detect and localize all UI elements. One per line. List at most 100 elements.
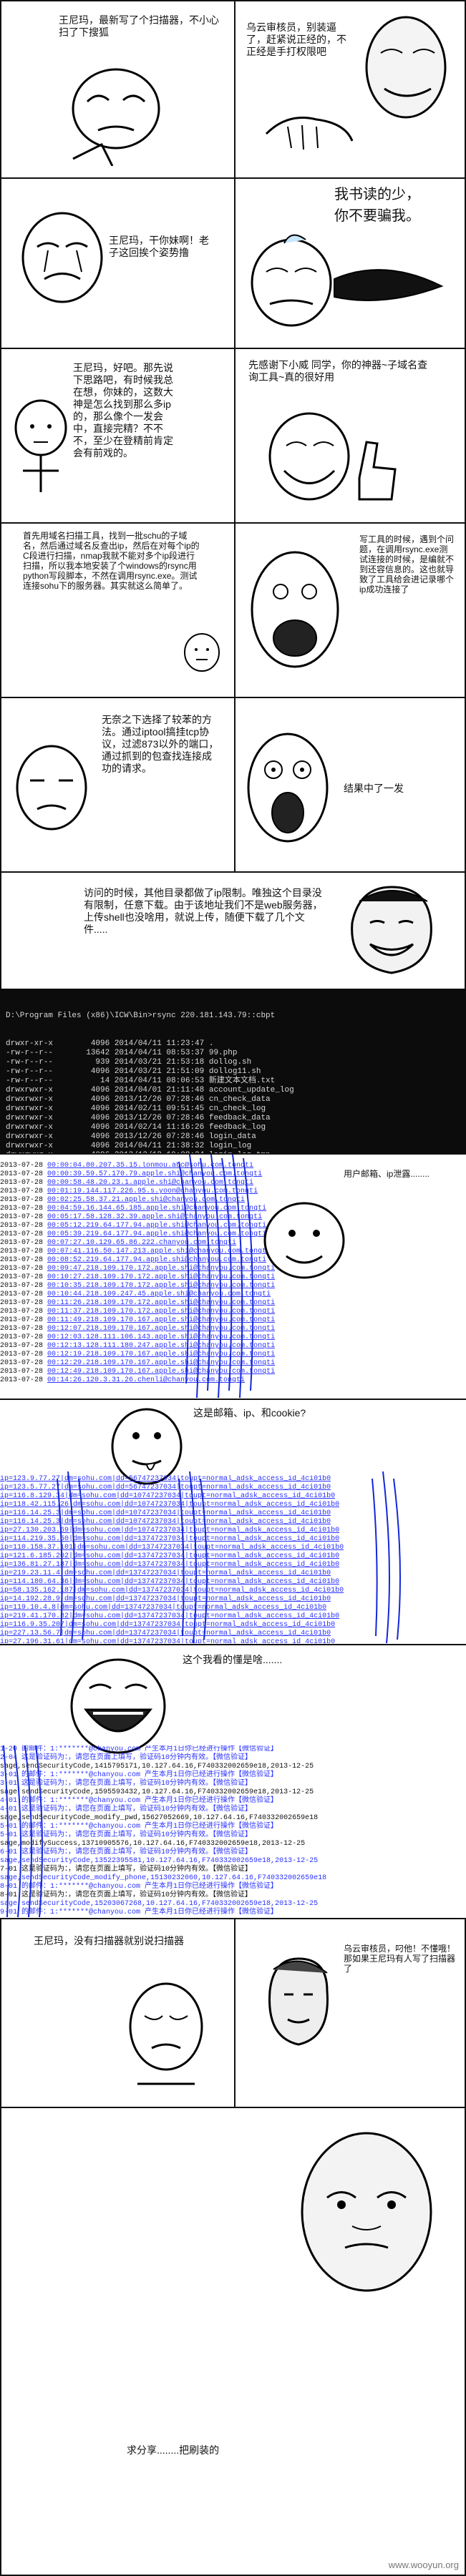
log-link[interactable]: 00:07:41.116.50.147.213.apple.shi@chanyo… <box>47 1248 271 1255</box>
sms-log-row: sage,sendSecurityCode,13522395581,10.127… <box>0 1857 319 1865</box>
cookie-log-row[interactable]: ip=219.41.170.82|dm=sohu.com|dd=13747237… <box>0 1612 466 1621</box>
log-row: 2013-07-28 00:01:19.144.117.226.95.s.yoo… <box>0 1187 466 1196</box>
cookie-log-row[interactable]: ip=114.219.35.50|dm=sohu.com|dd=13747237… <box>0 1535 466 1544</box>
log-row: 2013-07-28 00:12:19.218.109.170.167.appl… <box>0 1351 466 1359</box>
cookie-log-row[interactable]: ip=27.130.203.69|dm=sohu.com|dd=10747237… <box>0 1527 466 1535</box>
cookie-log-row[interactable]: ip=110.158.37.101|dm=sohu.com|dd=1374723… <box>0 1544 466 1552</box>
log-link[interactable]: 00:12:49.218.109.170.167.apple.shi@chany… <box>47 1368 275 1376</box>
cookie-log-row[interactable]: ip=227.13.56.7|dm=sohu.com|dd=1374723703… <box>0 1630 466 1638</box>
log-link[interactable]: 00:05:12.219.64.177.94.apple.shi@chanyou… <box>47 1222 266 1230</box>
sms-log-row: 8-01 的邮件：1:*******@chanyou.com 产生本月1日你已经… <box>0 1883 278 1891</box>
log-link[interactable]: 00:11:37.218.109.170.172.apple.shi@chany… <box>47 1308 275 1316</box>
log-date: 2013-07-28 <box>0 1308 48 1316</box>
log-row: 2013-07-28 00:00:58.48.20.23.1.apple.shi… <box>0 1179 466 1187</box>
panel-4-divider <box>234 524 236 697</box>
log-link[interactable]: 00:14:26.120.3.31.26.chenli@chanyou.com.… <box>47 1376 245 1384</box>
cookie-log-row[interactable]: ip=136.81.27.187|dm=sohu.com|dd=13747237… <box>0 1561 466 1569</box>
sms-log-row: 6-01 这是验证码为：，请您在页面上填写，验证码10分钟内有效。【微信验证】 <box>0 1848 253 1856</box>
log-link[interactable]: 00:12:07.218.109.170.167.apple.shi@chany… <box>47 1325 275 1333</box>
log-link[interactable]: 00:04:59.16.144.65.185.apple.shi@chanyou… <box>47 1205 266 1213</box>
terminal-line: -rw-r--r-- 939 2014/03/21 21:53:18 dollo… <box>6 1058 252 1067</box>
cookie-log-row[interactable]: ip=123.5.77.27|dm=sohu.com|dd=5674723703… <box>0 1484 466 1492</box>
sms-log-row: 5-01 这是验证码为：，请您在页面上填写，验证码10分钟内有效。【微信验证】 <box>0 1831 253 1839</box>
cookie-log-row[interactable]: ip=114.180.64.36|dm=sohu.com|dd=13747237… <box>0 1578 466 1587</box>
cookie-log-row[interactable]: ip=116.14.25.3|dm=sohu.com|dd=1074723703… <box>0 1518 466 1527</box>
cookie-log-row[interactable]: ip=121.6.185.202|dm=sohu.com|dd=13747237… <box>0 1552 466 1561</box>
rage-face-leonardo <box>268 1957 329 2046</box>
terminal-line: drwxrwxr-x 4096 2014/04/11 21:38:32 logi… <box>6 1142 252 1150</box>
cookie-log-row[interactable]: ip=116.14.25.3|dm=sohu.com|dd=1074723703… <box>0 1509 466 1518</box>
log-date: 2013-07-28 <box>0 1256 48 1264</box>
log-date: 2013-07-28 <box>0 1376 48 1384</box>
cookie-log-row[interactable]: ip=58.135.162.187|dm=sohu.com|dd=1374723… <box>0 1587 466 1595</box>
rage-face-reading <box>251 234 444 327</box>
cookie-log-row[interactable]: ip=116.9.35.207|dm=sohu.com|dd=137472370… <box>0 1621 466 1630</box>
log-link[interactable]: 00:05:17.58.128.32.39.apple.shi@chanyou.… <box>47 1213 262 1221</box>
log-row: 2013-07-28 00:11:37.218.109.170.172.appl… <box>0 1308 466 1316</box>
rage-face-small <box>184 633 220 672</box>
log-link[interactable]: 00:00:04.80.207.35.15.lonmou.abc@sohu.co… <box>47 1162 253 1170</box>
log-date: 2013-07-28 <box>0 1222 48 1230</box>
log-link[interactable]: 00:00:58.48.20.23.1.apple.shi@chanyou.co… <box>47 1179 253 1187</box>
log-link[interactable]: 00:12:19.218.109.170.167.apple.shi@chany… <box>47 1351 275 1358</box>
sms-log-row: sage,sendSecurityCode_modify_phone,15130… <box>0 1874 327 1882</box>
panel-12-center-text: 求分享........把刷装的 <box>127 2444 220 2456</box>
sms-log: 1-20 的邮件：1:*******@chanyou.com 产生本月1日你已经… <box>0 1745 466 1917</box>
cookie-log-row[interactable]: ip=116.8.129.34|dm=sohu.com|dd=107472370… <box>0 1492 466 1501</box>
log-link[interactable]: 00:12:13.128.111.180.247.apple.shi@chany… <box>47 1342 275 1350</box>
log-date: 2013-07-28 <box>0 1248 48 1255</box>
log-link[interactable]: 00:00:39.59.57.170.79.apple.shi@chanyou.… <box>47 1170 262 1178</box>
panel-11: 王尼玛，没有扫描器就别说扫描器 乌云审核员，叼他！不懂哦！那如果王尼玛有人写了扫… <box>0 1918 466 2108</box>
panel-2-divider <box>234 179 236 348</box>
sms-log-row: 9-01 的邮件：1:*******@chanyou.com 产生本月1日你已经… <box>0 1909 278 1916</box>
log-link[interactable]: 00:07:27.10.129.65.86.222.chanyou.com.to… <box>47 1239 236 1247</box>
log-link[interactable]: 00:05:39.219.64.177.94.apple.shi@chanyou… <box>47 1230 266 1238</box>
log-link[interactable]: 00:12:29.218.109.170.167.apple.shi@chany… <box>47 1359 275 1367</box>
log-date: 2013-07-28 <box>0 1230 48 1238</box>
rage-face-sad <box>129 1982 203 2085</box>
log-link[interactable]: 00:11:49.218.109.170.167.apple.shi@chany… <box>47 1316 275 1324</box>
terminal-line: -rw-r--r-- 4096 2014/03/21 21:51:09 doll… <box>6 1067 261 1076</box>
cookie-log-row[interactable]: ip=118.42.115.26|dm=sohu.com|dd=10747237… <box>0 1501 466 1509</box>
log-link[interactable]: 00:12:03.128.111.106.143.apple.shi@chany… <box>47 1333 275 1341</box>
cookie-log-row[interactable]: ip=219.23.11.4|dm=sohu.com|dd=1374723703… <box>0 1569 466 1578</box>
log-row: 2013-07-28 00:14:26.120.3.31.26.chenli@c… <box>0 1376 466 1385</box>
log-row: 2013-07-28 00:05:39.219.64.177.94.apple.… <box>0 1230 466 1239</box>
log-date: 2013-07-28 <box>0 1342 48 1350</box>
rage-face-squint <box>16 745 87 831</box>
log-row: 2013-07-28 00:04:59.16.144.65.185.apple.… <box>0 1205 466 1213</box>
log-row: 2013-07-28 00:11:26.218.109.170.172.appl… <box>0 1299 466 1308</box>
sms-log-row: 1-20 的邮件：1:*******@chanyou.com 产生本月1日你已经… <box>0 1745 278 1753</box>
cookie-log-row[interactable]: ip=14.192.28.9|dm=sohu.com|dd=1374723703… <box>0 1595 466 1604</box>
terminal-line: drwxrwxr-x 4096 2013/12/26 07:28:46 logi… <box>6 1132 256 1141</box>
panel-2-right-line1: 我书读的少， <box>334 187 420 202</box>
panel-5: 无奈之下选择了较苯的方法。通过iptool搞挂tcp协议，过滤873以外的端口，… <box>0 697 466 873</box>
log-link[interactable]: 00:08:52.219.64.177.94.apple.shi@chanyou… <box>47 1256 266 1264</box>
log-link[interactable]: 00:10:35.218.109.170.172.apple.shi@chany… <box>47 1282 275 1290</box>
cookie-log-row[interactable]: ip=27.196.31.61|dm=sohu.com|dd=137472370… <box>0 1638 466 1643</box>
log-link[interactable]: 00:01:19.144.117.226.95.s.yoon@chanyou.c… <box>47 1187 258 1195</box>
panel-3-divider <box>234 349 236 522</box>
cookie-log-row[interactable]: ip=123.9.77.27|dm=sohu.com|dd=5674723703… <box>0 1475 466 1484</box>
cookie-log-row[interactable]: ip=119.10.4.8|dm=sohu.com|dd=13747237034… <box>0 1604 466 1612</box>
log-link[interactable]: 00:02:25.58.37.21.apple.shi@chanyou.com.… <box>47 1196 245 1204</box>
log-date: 2013-07-28 <box>0 1351 48 1358</box>
log-link[interactable]: 00:11:26.218.109.170.172.apple.shi@chany… <box>47 1299 275 1307</box>
log-link[interactable]: 00:10:27.218.109.170.172.apple.shi@chany… <box>47 1273 275 1281</box>
terminal-line: drwxrwxr-x 4096 2013/12/26 07:28:46 feed… <box>6 1114 271 1122</box>
comic-page: 王尼玛，最新写了个扫描器，不小心扫了下搜狐 乌云审核员，别装逼了，赶紧说正经的，… <box>0 0 466 2576</box>
panel-11-left-text: 王尼玛，没有扫描器就别说扫描器 <box>34 1935 184 1946</box>
rage-face-thumbs-up <box>268 412 397 501</box>
log-row: 2013-07-28 00:10:27.218.109.170.172.appl… <box>0 1273 466 1282</box>
rsync-terminal: D:\Program Files (x86)\ICW\Bin>rsync 220… <box>0 989 466 1153</box>
log-row: 2013-07-28 00:12:13.128.111.180.247.appl… <box>0 1342 466 1351</box>
panel-1-left-text: 王尼玛，最新写了个扫描器，不小心扫了下搜狐 <box>59 14 219 38</box>
log-link[interactable]: 00:10:44.218.109.247.45.apple.shi@chanyo… <box>47 1291 271 1298</box>
rage-face-surprised <box>247 733 329 843</box>
terminal-line: drwxrwxr-x 4096 2014/04/01 21:11:48 acco… <box>6 1086 294 1094</box>
log-date: 2013-07-28 <box>0 1162 48 1170</box>
log-row: 2013-07-28 00:02:25.58.37.21.apple.shi@c… <box>0 1196 466 1205</box>
rage-face-screaming <box>251 551 339 668</box>
log-link[interactable]: 00:09:47.218.109.170.172.apple.shi@chany… <box>47 1265 275 1273</box>
panel-5-left-text: 无奈之下选择了较苯的方法。通过iptool搞挂tcp协议，过滤873以外的端口，… <box>102 714 219 774</box>
